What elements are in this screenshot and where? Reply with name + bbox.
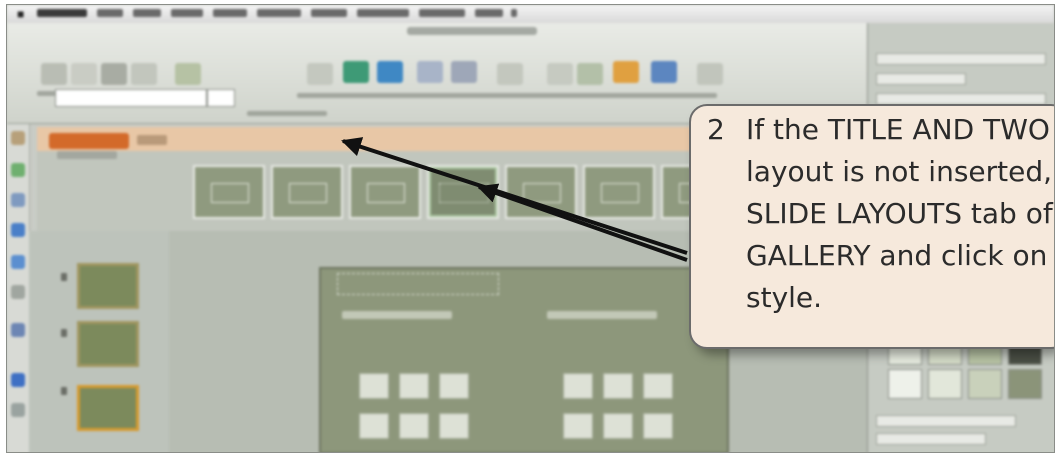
callout-line-4: GALLERY and click on <box>746 239 1048 272</box>
step-number: 2 <box>707 113 725 146</box>
arrow-to-layout <box>477 183 688 262</box>
screenshot-frame: ■ 2 If the TITLE AND TWO layout is not i… <box>6 4 1055 453</box>
callout-line-5: style. <box>746 281 823 314</box>
callout-text: 2 If the TITLE AND TWO layout is not inse… <box>707 109 1054 319</box>
callout-line-2: layout is not inserted, <box>746 155 1053 188</box>
callout-line-1: 2 If the TITLE AND TWO <box>707 109 1054 151</box>
arrow-to-tab <box>341 137 688 255</box>
callout-line-3: SLIDE LAYOUTS tab of <box>746 197 1053 230</box>
